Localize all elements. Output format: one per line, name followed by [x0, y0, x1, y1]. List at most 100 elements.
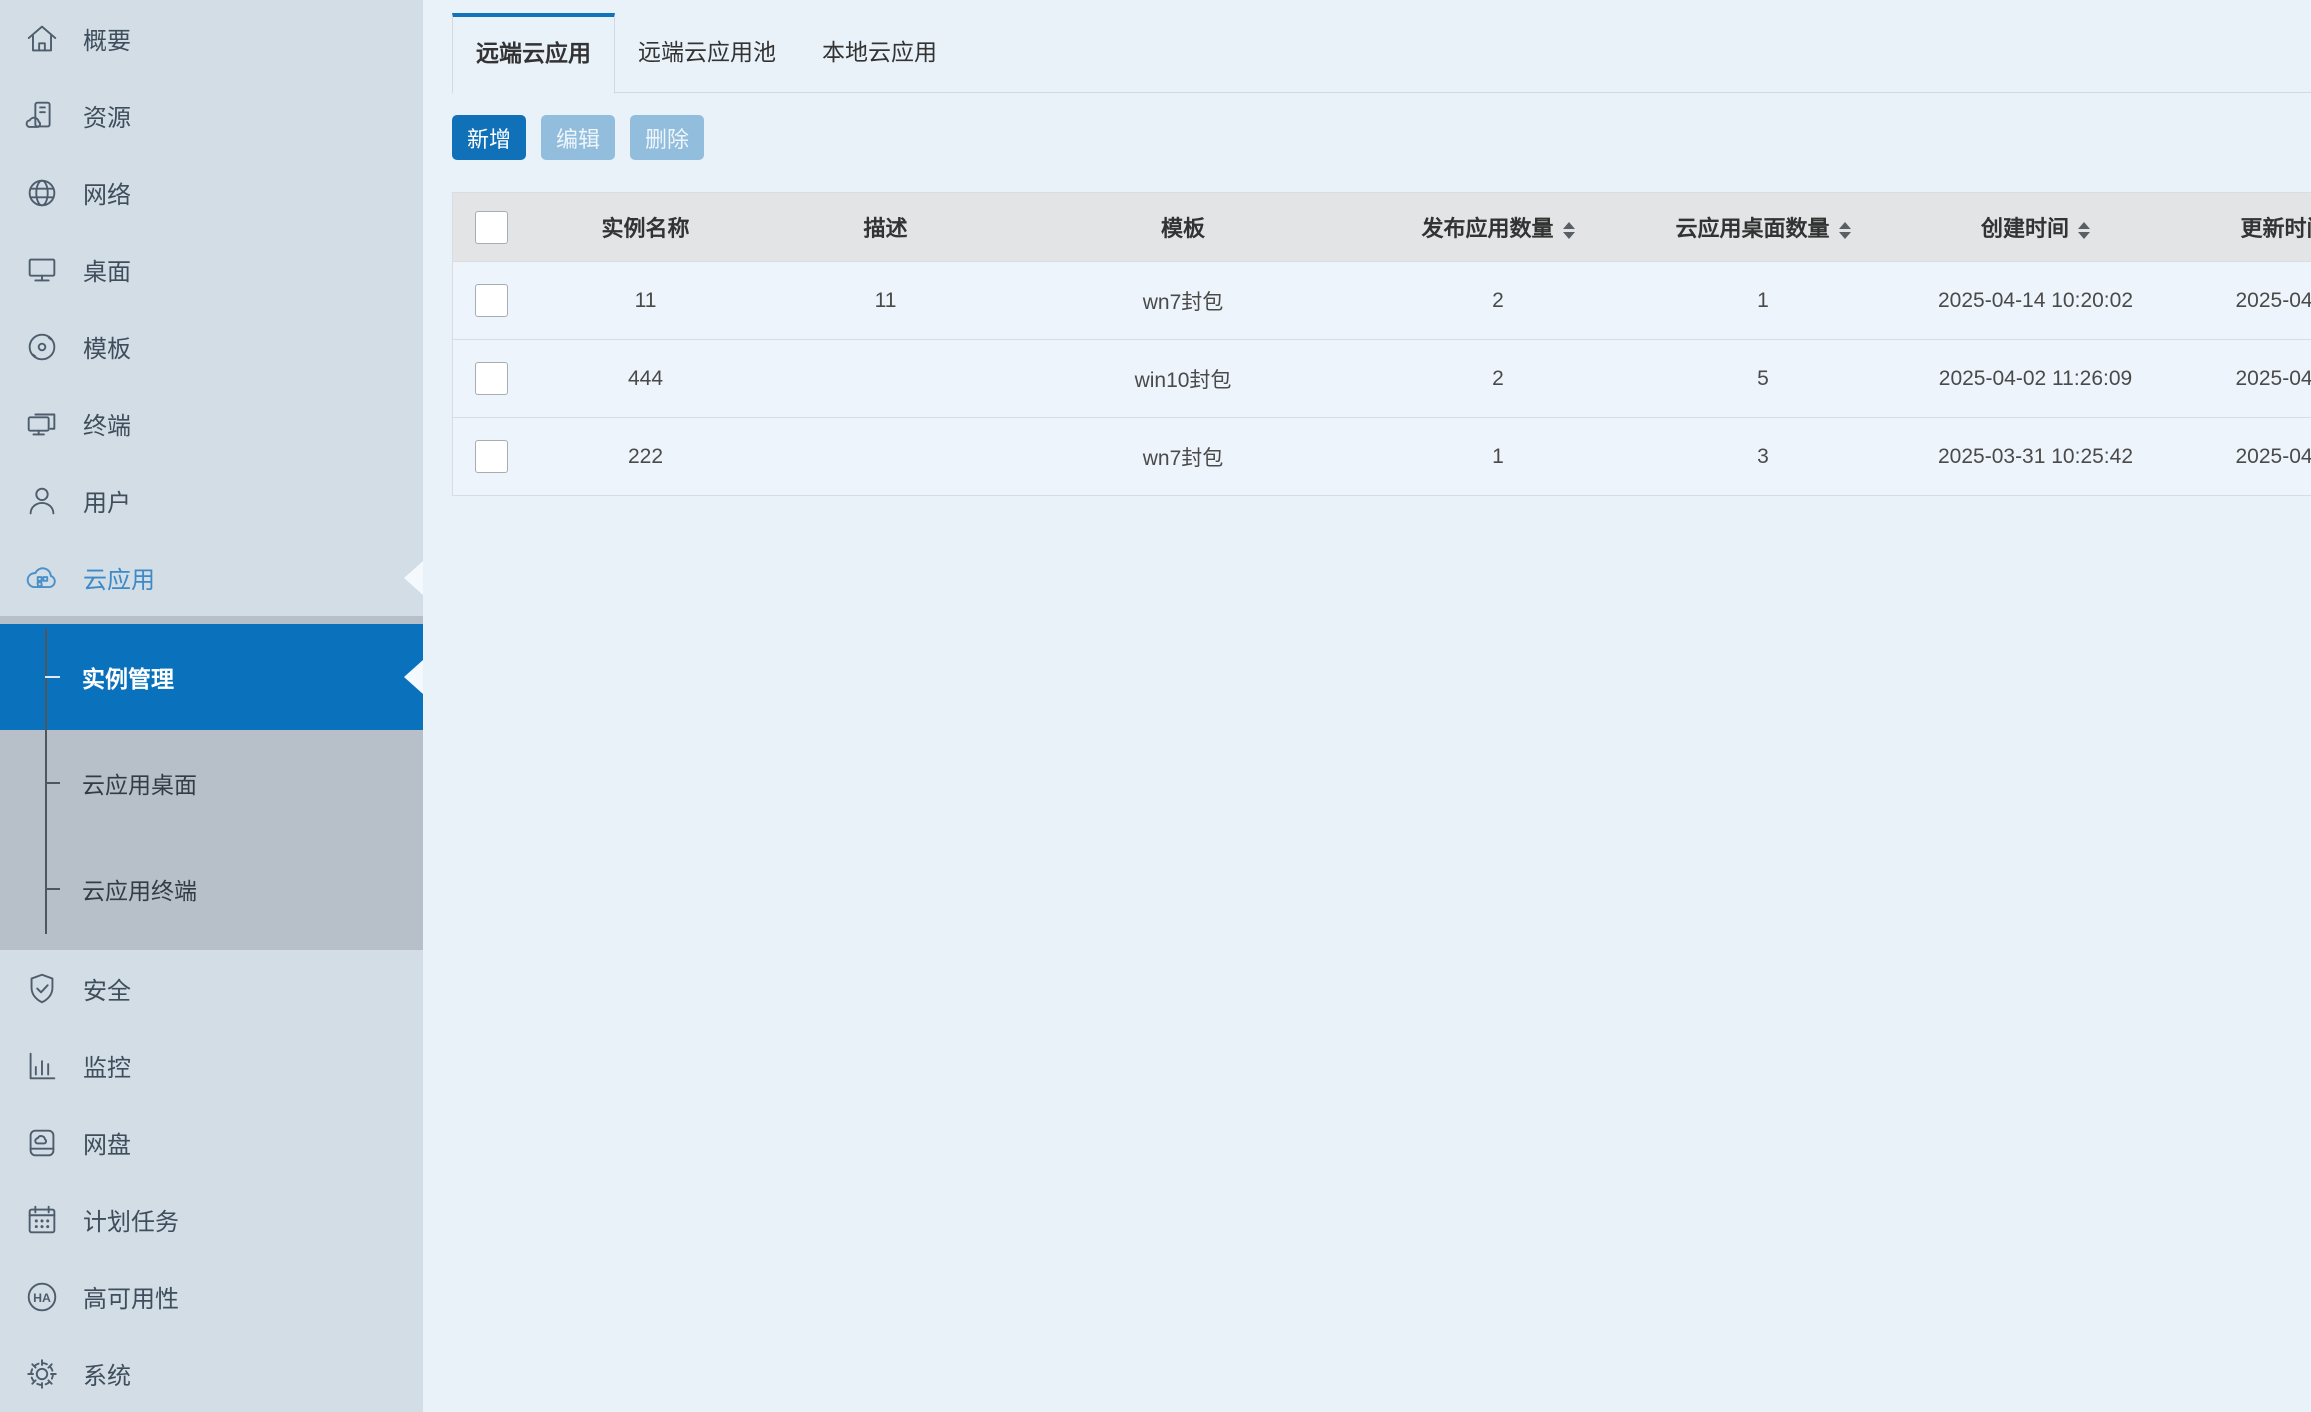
- cell-published_app_count: 2: [1356, 340, 1641, 418]
- submenu-item-cloud-app-desktop[interactable]: 云应用桌面: [0, 730, 423, 836]
- security-icon: [23, 970, 61, 1008]
- submenu-item-instance-management[interactable]: 实例管理: [0, 624, 423, 730]
- cell-updated_at: 2025-04-03: [2186, 418, 2311, 496]
- cloud-app-icon: [23, 559, 61, 597]
- cell-cloud_desktop_count: 5: [1641, 340, 1886, 418]
- sidebar-item-label: 用户: [83, 483, 131, 518]
- submenu-item-cloud-app-terminal[interactable]: 云应用终端: [0, 836, 423, 942]
- column-header-cloud_desktop_count[interactable]: 云应用桌面数量: [1641, 193, 1886, 262]
- column-header-published_app_count[interactable]: 发布应用数量: [1356, 193, 1641, 262]
- row-checkbox-cell: [453, 340, 531, 418]
- row-checkbox-cell: [453, 418, 531, 496]
- cell-updated_at: 2025-04-14: [2186, 262, 2311, 340]
- sort-icon[interactable]: [2078, 222, 2090, 239]
- cell-cloud_desktop_count: 1: [1641, 262, 1886, 340]
- sidebar-item-terminal[interactable]: 终端: [0, 385, 423, 462]
- column-header-created_at[interactable]: 创建时间: [1886, 193, 2186, 262]
- sidebar-item-template[interactable]: 模板: [0, 308, 423, 385]
- sidebar-item-schedule[interactable]: 计划任务: [0, 1181, 423, 1258]
- column-header-instance_name: 实例名称: [531, 193, 761, 262]
- netdisk-icon: [23, 1124, 61, 1162]
- ha-icon: HA: [23, 1278, 61, 1316]
- cell-created_at: 2025-04-14 10:20:02: [1886, 262, 2186, 340]
- header-select-all-cell: [453, 193, 531, 262]
- sort-icon[interactable]: [1563, 222, 1575, 239]
- sidebar-item-desktop[interactable]: 桌面: [0, 231, 423, 308]
- row-checkbox[interactable]: [475, 362, 508, 395]
- sidebar-item-label: 安全: [83, 971, 131, 1006]
- tab-bar: 远端云应用远端云应用池本地云应用: [452, 13, 2311, 93]
- sidebar-item-label: 终端: [83, 406, 131, 441]
- selected-edge-arrow: [404, 561, 423, 595]
- column-header-label: 创建时间: [1981, 216, 2069, 241]
- column-header-description: 描述: [761, 193, 1011, 262]
- tree-tick: [45, 676, 60, 678]
- cell-published_app_count: 2: [1356, 262, 1641, 340]
- cell-template: win10封包: [1011, 340, 1356, 418]
- cell-instance_name: 222: [531, 418, 761, 496]
- row-checkbox[interactable]: [475, 440, 508, 473]
- sidebar-item-netdisk[interactable]: 网盘: [0, 1104, 423, 1181]
- sidebar-item-user[interactable]: 用户: [0, 462, 423, 539]
- tab-0[interactable]: 远端云应用: [452, 13, 615, 94]
- sidebar: 概要资源网络桌面模板终端用户云应用 实例管理云应用桌面云应用终端 安全监控网盘计…: [0, 0, 423, 1412]
- sort-icon[interactable]: [1839, 222, 1851, 239]
- tree-tick: [45, 888, 60, 890]
- sidebar-item-system[interactable]: 系统: [0, 1335, 423, 1412]
- sidebar-item-monitoring[interactable]: 监控: [0, 1027, 423, 1104]
- sidebar-item-resource[interactable]: 资源: [0, 77, 423, 154]
- tab-2[interactable]: 本地云应用: [799, 13, 960, 92]
- sidebar-item-label: 资源: [83, 98, 131, 133]
- toolbar: 新增 编辑 删除: [452, 115, 2311, 160]
- column-header-label: 云应用桌面数量: [1675, 216, 1829, 241]
- table-body: 1111wn7封包212025-04-14 10:20:022025-04-14…: [453, 262, 2311, 496]
- network-icon: [23, 174, 61, 212]
- delete-button[interactable]: 删除: [630, 115, 704, 160]
- cell-published_app_count: 1: [1356, 418, 1641, 496]
- cell-updated_at: 2025-04-02: [2186, 340, 2311, 418]
- sidebar-item-cloud-app[interactable]: 云应用: [0, 539, 423, 616]
- svg-text:HA: HA: [33, 1290, 51, 1304]
- sidebar-item-label: 系统: [83, 1356, 131, 1391]
- sidebar-item-label: 网络: [83, 175, 131, 210]
- sidebar-item-network[interactable]: 网络: [0, 154, 423, 231]
- column-header-label: 模板: [1161, 216, 1205, 241]
- tree-tick: [45, 782, 60, 784]
- column-header-updated_at[interactable]: 更新时间: [2186, 193, 2311, 262]
- table-row: 444 win10封包252025-04-02 11:26:092025-04-0…: [453, 340, 2311, 418]
- cloud-app-submenu: 实例管理云应用桌面云应用终端: [0, 616, 423, 950]
- cell-description: [761, 418, 1011, 496]
- cell-created_at: 2025-03-31 10:25:42: [1886, 418, 2186, 496]
- sidebar-item-ha[interactable]: HA高可用性: [0, 1258, 423, 1335]
- table-row: 222 wn7封包132025-03-31 10:25:422025-04-03: [453, 418, 2311, 496]
- column-header-label: 发布应用数量: [1421, 216, 1553, 241]
- submenu-item-label: 云应用终端: [82, 872, 197, 906]
- sidebar-item-label: 桌面: [83, 252, 131, 287]
- cell-cloud_desktop_count: 3: [1641, 418, 1886, 496]
- sidebar-item-label: 模板: [83, 329, 131, 364]
- cell-description: 11: [761, 262, 1011, 340]
- tab-1[interactable]: 远端云应用池: [615, 13, 799, 92]
- sidebar-item-label: 云应用: [83, 560, 155, 595]
- selected-edge-arrow: [404, 660, 423, 694]
- column-header-label: 实例名称: [601, 216, 689, 241]
- sidebar-bottom-group: 安全监控网盘计划任务HA高可用性系统: [0, 950, 423, 1412]
- sidebar-item-security[interactable]: 安全: [0, 950, 423, 1027]
- sidebar-item-label: 监控: [83, 1048, 131, 1083]
- add-button[interactable]: 新增: [452, 115, 526, 160]
- sidebar-item-home[interactable]: 概要: [0, 0, 423, 77]
- cell-created_at: 2025-04-02 11:26:09: [1886, 340, 2186, 418]
- column-header-label: 更新时间: [2241, 216, 2311, 241]
- system-icon: [23, 1355, 61, 1393]
- table-header-row: 实例名称 描述 模板 发布应用数量 云应用桌面数量 创建时间 更新时间: [453, 193, 2311, 262]
- edit-button[interactable]: 编辑: [541, 115, 615, 160]
- user-icon: [23, 482, 61, 520]
- cell-template: wn7封包: [1011, 418, 1356, 496]
- sidebar-item-label: 网盘: [83, 1125, 131, 1160]
- row-checkbox[interactable]: [475, 284, 508, 317]
- select-all-checkbox[interactable]: [475, 211, 508, 244]
- cell-instance_name: 444: [531, 340, 761, 418]
- submenu-item-label: 云应用桌面: [82, 766, 197, 800]
- cell-template: wn7封包: [1011, 262, 1356, 340]
- sidebar-top-group: 概要资源网络桌面模板终端用户云应用: [0, 0, 423, 616]
